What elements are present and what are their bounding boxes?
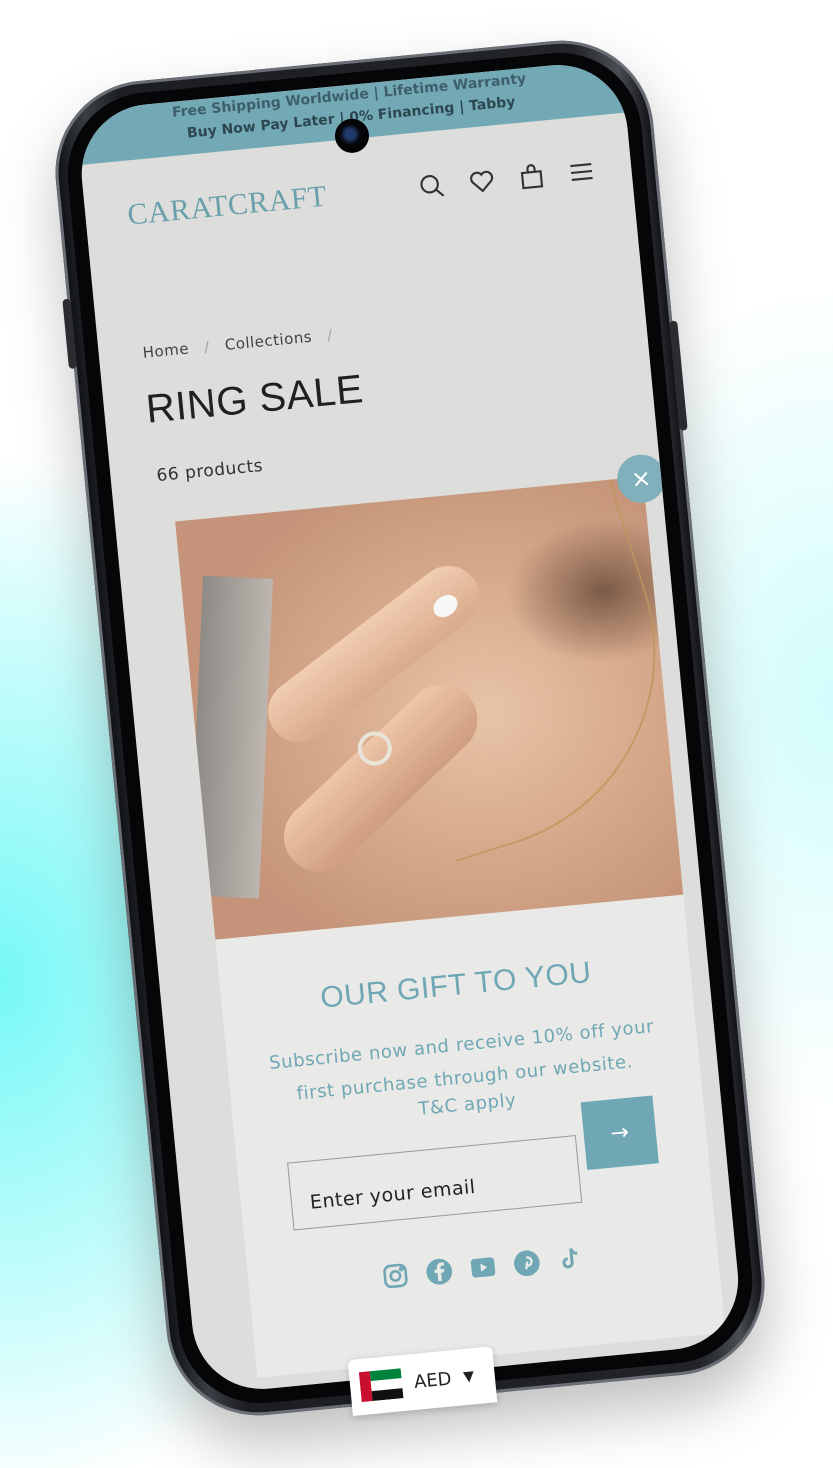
subscribe-form: Enter your email → (237, 1095, 711, 1236)
newsletter-popup: × OUR GIFT TO YOU Subscribe now and rece… (175, 452, 726, 1378)
youtube-icon[interactable] (467, 1251, 500, 1284)
facebook-icon[interactable] (423, 1255, 456, 1288)
pinterest-icon[interactable] (510, 1247, 543, 1280)
uae-flag-icon (358, 1368, 404, 1403)
caret-down-icon: ▼ (462, 1368, 475, 1386)
header-icons (417, 157, 597, 202)
photo-detail (189, 575, 274, 899)
breadcrumb-separator: / (326, 325, 334, 345)
heart-icon[interactable] (467, 166, 498, 197)
menu-icon[interactable] (566, 157, 597, 188)
popup-body: OUR GIFT TO YOU Subscribe now and receiv… (215, 895, 718, 1305)
popup-photo (175, 476, 684, 940)
photo-detail (356, 476, 684, 862)
email-field[interactable]: Enter your email (287, 1134, 583, 1231)
bag-icon[interactable] (516, 162, 547, 193)
search-icon[interactable] (417, 171, 448, 202)
instagram-icon[interactable] (379, 1260, 412, 1293)
site-logo[interactable]: CARATCRAFT (126, 180, 328, 233)
tiktok-icon[interactable] (554, 1243, 587, 1276)
social-links (248, 1230, 719, 1305)
subscribe-button[interactable]: → (580, 1095, 659, 1171)
breadcrumb-separator: / (203, 337, 211, 356)
phone-mockup: Free Shipping Worldwide | Lifetime Warra… (47, 32, 773, 1424)
currency-code: AED (413, 1367, 453, 1393)
